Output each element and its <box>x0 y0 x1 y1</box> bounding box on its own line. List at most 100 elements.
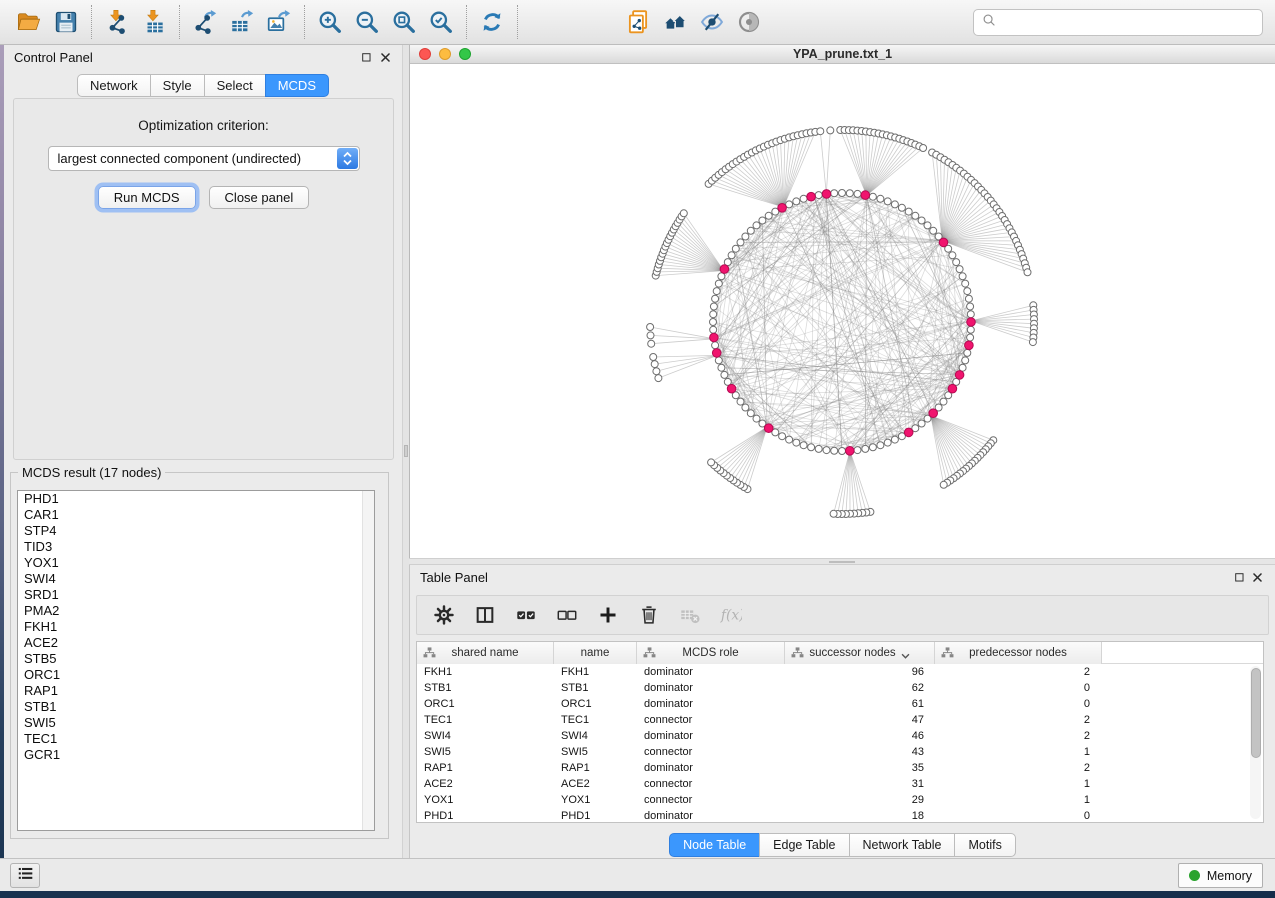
table-cell: dominator <box>637 680 785 696</box>
app-window: Control Panel NetworkStyleSelectMCDS Opt… <box>0 0 1275 898</box>
mcds-result-item[interactable]: GCR1 <box>18 747 374 763</box>
table-scrollbar-track[interactable] <box>1250 666 1261 819</box>
mcds-result-item[interactable]: FKH1 <box>18 619 374 635</box>
table-row[interactable]: ACE2ACE2connector311 <box>417 776 1263 792</box>
network-canvas[interactable] <box>410 64 1275 558</box>
mcds-result-item[interactable]: TID3 <box>18 539 374 555</box>
tab-network-table[interactable]: Network Table <box>849 833 956 857</box>
table-cell: 0 <box>935 680 1102 696</box>
close-icon[interactable] <box>1250 570 1265 585</box>
column-header-MCDS-role[interactable]: MCDS role <box>637 642 785 664</box>
tab-node-table[interactable]: Node Table <box>669 833 760 857</box>
float-icon[interactable] <box>359 50 374 65</box>
mcds-result-item[interactable]: SRD1 <box>18 587 374 603</box>
search-input[interactable] <box>1003 14 1255 31</box>
table-row[interactable]: ORC1ORC1dominator610 <box>417 696 1263 712</box>
zoom-fit-icon[interactable] <box>389 6 419 38</box>
float-icon[interactable] <box>1232 570 1247 585</box>
dropdown-stepper-icon <box>337 148 358 169</box>
network-overview-icon[interactable] <box>660 6 690 38</box>
table-cell: 1 <box>935 792 1102 808</box>
column-header-name[interactable]: name <box>554 642 637 664</box>
open-icon[interactable] <box>14 6 44 38</box>
sitemap-icon <box>941 647 954 658</box>
column-header-predecessor-nodes[interactable]: predecessor nodes <box>935 642 1102 664</box>
birdseye-view-icon[interactable] <box>734 6 764 38</box>
table-cell: ORC1 <box>417 696 554 712</box>
table-row[interactable]: SWI5SWI5connector431 <box>417 744 1263 760</box>
toolbar-separator <box>517 5 518 39</box>
zoom-selected-icon[interactable] <box>426 6 456 38</box>
table-cell: 96 <box>785 664 935 680</box>
column-header-shared-name[interactable]: shared name <box>417 642 554 664</box>
tab-style[interactable]: Style <box>150 74 205 97</box>
panel-list-button[interactable] <box>10 863 40 888</box>
column-label: successor nodes <box>809 647 895 659</box>
table-cell: 35 <box>785 760 935 776</box>
add-icon[interactable] <box>596 603 620 627</box>
table-row[interactable]: FKH1FKH1dominator962 <box>417 664 1263 680</box>
save-icon[interactable] <box>51 6 81 38</box>
select-all-icon[interactable] <box>514 603 538 627</box>
mcds-result-item[interactable]: YOX1 <box>18 555 374 571</box>
export-image-icon[interactable] <box>264 6 294 38</box>
new-network-from-selection-icon[interactable] <box>623 6 653 38</box>
mcds-result-item[interactable]: SWI4 <box>18 571 374 587</box>
gear-icon[interactable] <box>432 603 456 627</box>
table-row[interactable]: RAP1RAP1dominator352 <box>417 760 1263 776</box>
tab-network[interactable]: Network <box>77 74 151 97</box>
table-cell: TEC1 <box>417 712 554 728</box>
import-network-icon[interactable] <box>102 6 132 38</box>
mcds-result-item[interactable]: CAR1 <box>18 507 374 523</box>
table-row[interactable]: PHD1PHD1dominator180 <box>417 808 1263 824</box>
mcds-panel: Optimization criterion: largest connecte… <box>13 98 394 460</box>
tab-select[interactable]: Select <box>204 74 266 97</box>
toolbar-groups <box>4 5 774 39</box>
mcds-result-item[interactable]: STB5 <box>18 651 374 667</box>
table-cell: dominator <box>637 808 785 824</box>
mcds-result-item[interactable]: ORC1 <box>18 667 374 683</box>
table-row[interactable]: SWI4SWI4dominator462 <box>417 728 1263 744</box>
criterion-dropdown[interactable]: largest connected component (undirected) <box>48 146 360 171</box>
table-row[interactable]: STB1STB1dominator620 <box>417 680 1263 696</box>
table-row[interactable]: YOX1YOX1connector291 <box>417 792 1263 808</box>
table-cell: RAP1 <box>554 760 637 776</box>
delete-icon[interactable] <box>637 603 661 627</box>
table-cell: 2 <box>935 712 1102 728</box>
memory-button[interactable]: Memory <box>1178 863 1263 888</box>
mcds-result-item[interactable]: RAP1 <box>18 683 374 699</box>
import-table-icon[interactable] <box>139 6 169 38</box>
mcds-result-item[interactable]: TEC1 <box>18 731 374 747</box>
control-panel: Control Panel NetworkStyleSelectMCDS Opt… <box>4 45 403 858</box>
mcds-result-item[interactable]: STB1 <box>18 699 374 715</box>
hide-graphics-icon[interactable] <box>697 6 727 38</box>
table-row[interactable]: TEC1TEC1connector472 <box>417 712 1263 728</box>
run-mcds-button[interactable]: Run MCDS <box>98 186 196 209</box>
export-network-icon[interactable] <box>190 6 220 38</box>
memory-label: Memory <box>1207 869 1252 883</box>
tab-edge-table[interactable]: Edge Table <box>759 833 849 857</box>
mcds-result-item[interactable]: ACE2 <box>18 635 374 651</box>
mcds-result-item[interactable]: STP4 <box>18 523 374 539</box>
columns-icon[interactable] <box>473 603 497 627</box>
export-table-icon[interactable] <box>227 6 257 38</box>
tab-mcds[interactable]: MCDS <box>265 74 329 97</box>
table-body: FKH1FKH1dominator962STB1STB1dominator620… <box>417 664 1263 824</box>
result-scrollbar-track[interactable] <box>362 491 374 830</box>
column-header-successor-nodes[interactable]: successor nodes <box>785 642 935 664</box>
deselect-all-icon[interactable] <box>555 603 579 627</box>
mcds-result-item[interactable]: PHD1 <box>18 491 374 507</box>
refresh-icon[interactable] <box>477 6 507 38</box>
table-scrollbar-thumb[interactable] <box>1251 668 1261 758</box>
tab-motifs[interactable]: Motifs <box>954 833 1015 857</box>
horizontal-splitter[interactable] <box>409 558 1275 565</box>
zoom-out-icon[interactable] <box>352 6 382 38</box>
close-panel-button[interactable]: Close panel <box>209 186 310 209</box>
zoom-in-icon[interactable] <box>315 6 345 38</box>
table-cell: dominator <box>637 760 785 776</box>
mcds-result-item[interactable]: PMA2 <box>18 603 374 619</box>
mcds-result-item[interactable]: SWI5 <box>18 715 374 731</box>
close-icon[interactable] <box>378 50 393 65</box>
search-box[interactable] <box>973 9 1263 36</box>
table-cell: STB1 <box>554 680 637 696</box>
